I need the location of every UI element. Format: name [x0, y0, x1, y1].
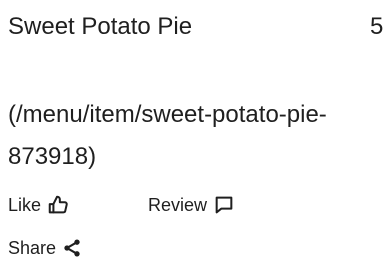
like-label: Like — [8, 195, 42, 215]
menu-item-link[interactable]: (/menu/item/sweet-potato-pie-873918) — [8, 94, 388, 178]
share-label: Share — [8, 238, 57, 258]
like-button[interactable]: Like — [8, 194, 69, 216]
share-icon — [62, 238, 82, 258]
share-button[interactable]: Share — [8, 237, 82, 259]
menu-item-price: 5 — [370, 13, 384, 40]
menu-item-title: Sweet Potato Pie — [8, 13, 193, 40]
thumbs-up-icon — [47, 194, 69, 216]
comment-icon — [213, 194, 235, 216]
review-label: Review — [148, 195, 208, 215]
review-button[interactable]: Review — [148, 194, 235, 216]
